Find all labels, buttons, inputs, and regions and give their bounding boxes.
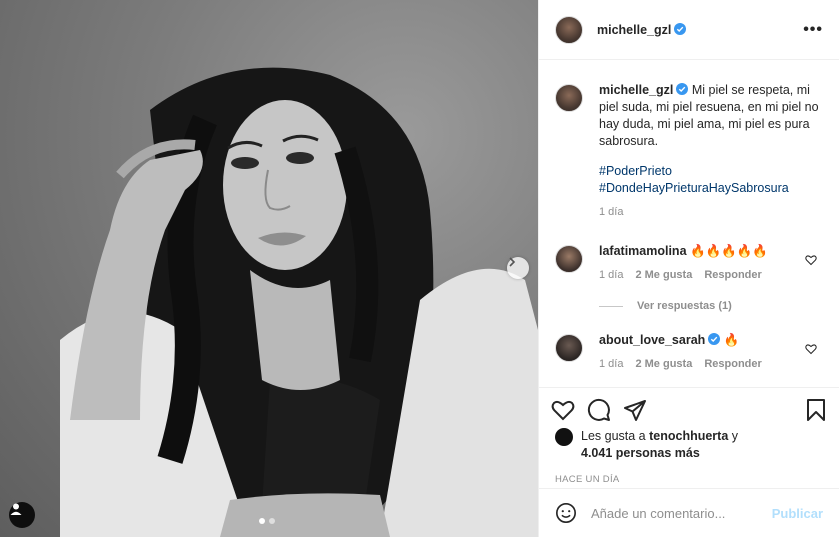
more-options-button[interactable]: ••• — [803, 21, 823, 39]
comment-text: 🔥🔥🔥🔥🔥 — [690, 244, 768, 258]
comment-username[interactable]: about_love_sarah — [599, 333, 705, 347]
replies-divider — [599, 305, 623, 307]
verified-icon — [708, 333, 721, 345]
post-date[interactable]: HACE UN DÍA — [555, 474, 827, 485]
comment-likes[interactable]: 2 Me gusta — [635, 356, 692, 373]
likes-summary: Les gusta a tenochhuerta y 4.041 persona… — [551, 428, 827, 462]
portrait-image — [60, 67, 538, 537]
post-actions: Les gusta a tenochhuerta y 4.041 persona… — [539, 387, 839, 485]
comment-item: lafatimamolina 🔥🔥🔥🔥🔥 1 día 2 Me gusta Re… — [555, 243, 823, 284]
liked-by-user[interactable]: tenochhuerta — [649, 429, 728, 443]
share-icon[interactable] — [623, 398, 647, 422]
chevron-right-icon — [509, 257, 516, 267]
header-username[interactable]: michelle_gzl — [597, 22, 687, 37]
comment-likes[interactable]: 2 Me gusta — [635, 267, 692, 284]
comment-item: about_love_sarah 🔥 1 día 2 Me gusta Resp… — [555, 332, 823, 373]
heart-icon[interactable] — [551, 398, 575, 422]
verified-icon — [674, 22, 687, 35]
caption-username[interactable]: michelle_gzl — [599, 83, 673, 97]
hashtag-link[interactable]: #PoderPrieto — [599, 163, 823, 180]
comment-text: 🔥 — [723, 333, 740, 347]
carousel-dot — [269, 518, 275, 524]
carousel-indicator — [259, 518, 275, 524]
avatar[interactable] — [555, 245, 583, 273]
comment-time[interactable]: 1 día — [599, 356, 623, 373]
caption-time[interactable]: 1 día — [599, 204, 623, 221]
verified-icon — [676, 83, 689, 95]
save-icon[interactable] — [805, 398, 827, 422]
avatar[interactable] — [555, 15, 583, 44]
next-image-button[interactable] — [507, 257, 529, 279]
view-replies-button[interactable]: Ver respuestas (1) — [599, 300, 823, 312]
post-side-panel: michelle_gzl ••• michelle_gzl Mi piel se… — [538, 0, 839, 537]
caption: michelle_gzl Mi piel se respeta, mi piel… — [555, 82, 823, 221]
post-comment-button[interactable]: Publicar — [772, 506, 823, 521]
add-comment-bar: Añade un comentario... Publicar — [539, 488, 839, 537]
avatar[interactable] — [555, 334, 583, 362]
comment-username[interactable]: lafatimamolina — [599, 244, 687, 258]
reply-button[interactable]: Responder — [704, 356, 761, 373]
tag-user-button[interactable] — [9, 502, 35, 528]
hashtag-link[interactable]: #DondeHayPrieturaHaySabrosura — [599, 180, 823, 197]
likes-count-button[interactable]: 4.041 personas más — [581, 446, 700, 460]
reply-button[interactable]: Responder — [704, 267, 761, 284]
comments-list[interactable]: michelle_gzl Mi piel se respeta, mi piel… — [539, 61, 839, 387]
heart-icon[interactable] — [805, 343, 817, 355]
heart-icon[interactable] — [805, 254, 817, 266]
comment-input[interactable]: Añade un comentario... — [591, 506, 772, 521]
carousel-dot-active — [259, 518, 265, 524]
post-header: michelle_gzl ••• — [539, 0, 839, 60]
avatar[interactable] — [555, 84, 583, 112]
comment-icon[interactable] — [587, 398, 611, 422]
post-photo[interactable] — [0, 0, 538, 537]
emoji-icon[interactable] — [555, 502, 577, 524]
tag-user-icon — [10, 503, 22, 515]
comment-time[interactable]: 1 día — [599, 267, 623, 284]
avatar[interactable] — [555, 428, 573, 446]
